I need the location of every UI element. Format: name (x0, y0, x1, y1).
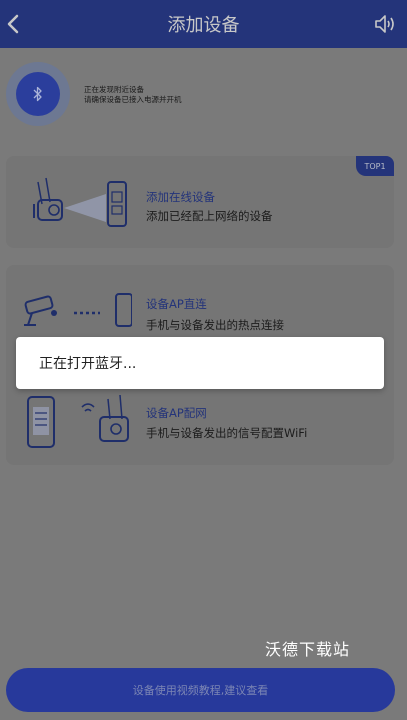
camera-hotspot-phone-icon (24, 293, 132, 327)
watermark-text: 沃德下载站 (265, 640, 351, 659)
bluetooth-scan-area: 正在发现附近设备 请确保设备已接入电源并开机 (0, 56, 407, 136)
option-desc-ap-direct: 手机与设备发出的热点连接 (146, 318, 284, 332)
phone-wifi-camera-icon (27, 394, 129, 448)
bluetooth-scan-line1: 正在发现附近设备 (84, 85, 144, 94)
toast-text: 正在打开蓝牙... (39, 356, 137, 372)
option-title-online: 添加在线设备 (146, 190, 215, 204)
option-desc-ap-config: 手机与设备发出的信号配置WiFi (146, 426, 308, 440)
speaker-icon[interactable] (373, 13, 397, 35)
top1-badge: TOP1 (356, 156, 394, 176)
option-desc-online: 添加已经配上网络的设备 (146, 209, 273, 223)
online-camera-phone-icon (33, 177, 127, 227)
back-arrow-icon[interactable] (4, 12, 24, 36)
option-title-ap-direct: 设备AP直连 (146, 297, 207, 311)
option-title-ap-config: 设备AP配网 (146, 406, 207, 420)
video-tutorial-button[interactable]: 设备使用视频教程,建议查看 (6, 668, 395, 712)
bluetooth-icon (33, 86, 42, 102)
ap-config-option[interactable]: 设备AP配网 手机与设备发出的信号配置WiFi (6, 383, 394, 465)
bluetooth-icon-circle (16, 72, 60, 116)
bluetooth-scan-text: 正在发现附近设备 请确保设备已接入电源并开机 (84, 85, 182, 105)
top-bar: 添加设备 (0, 0, 407, 48)
bluetooth-scan-ring (6, 62, 70, 126)
add-online-device-card[interactable]: TOP1 添加在线设备 添加已经配上网络的设备 (6, 156, 394, 248)
bluetooth-toast: 正在打开蓝牙... (16, 337, 384, 389)
bluetooth-scan-line2: 请确保设备已接入电源并开机 (84, 95, 182, 104)
page-title: 添加设备 (167, 15, 240, 36)
video-tutorial-label: 设备使用视频教程,建议查看 (132, 684, 269, 697)
